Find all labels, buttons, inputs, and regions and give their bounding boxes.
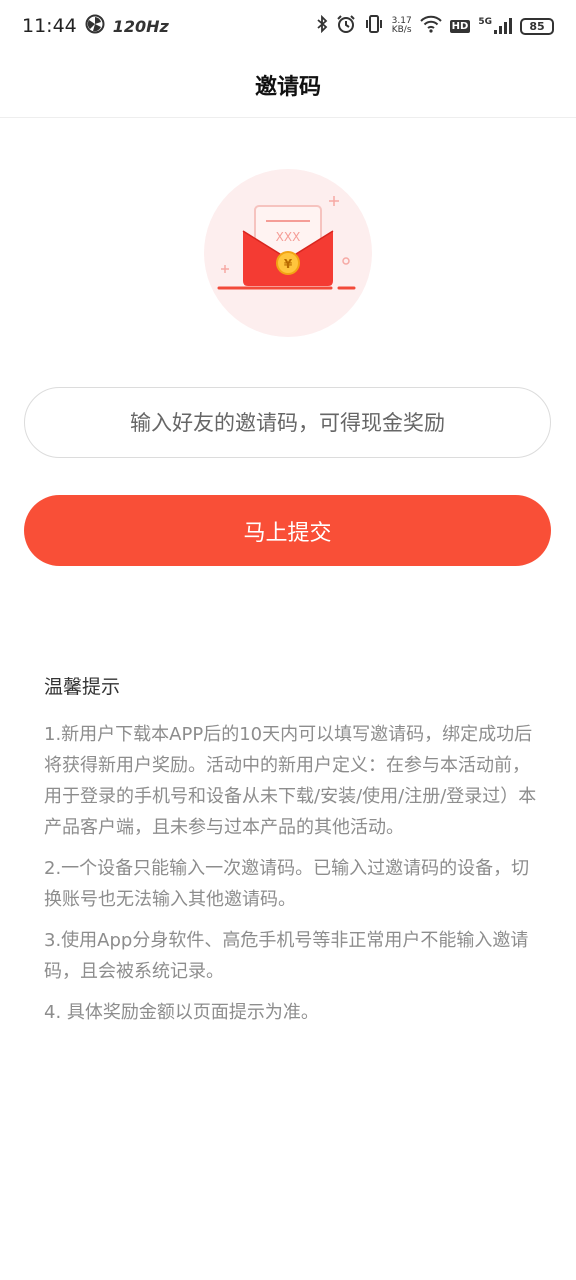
hd-badge: HD bbox=[449, 19, 471, 33]
bluetooth-icon bbox=[316, 14, 328, 37]
status-bar-right: 3.17 KB/s HD 5G 85 bbox=[316, 14, 554, 38]
status-bar-left: 11:44 120Hz bbox=[22, 14, 169, 38]
tip-item: 2.一个设备只能输入一次邀请码。已输入过邀请码的设备，切换账号也无法输入其他邀请… bbox=[44, 858, 530, 910]
network-type: 5G bbox=[478, 17, 492, 27]
cell-signal: 5G bbox=[478, 18, 512, 34]
tip-item: 1.新用户下载本APP后的10天内可以填写邀请码，绑定成功后将获得新用户奖励。活… bbox=[44, 724, 537, 838]
net-speed-unit: KB/s bbox=[391, 25, 412, 35]
letter-text: XXX bbox=[276, 230, 301, 244]
status-time: 11:44 bbox=[22, 15, 77, 37]
net-speed: 3.17 KB/s bbox=[392, 17, 412, 35]
wifi-icon bbox=[419, 15, 442, 37]
battery-level: 85 bbox=[529, 19, 545, 33]
red-envelope-icon: XXX ¥ bbox=[203, 168, 373, 338]
vibrate-icon bbox=[364, 14, 384, 38]
tips-section: 温馨提示 1.新用户下载本APP后的10天内可以填写邀请码，绑定成功后将获得新用… bbox=[44, 672, 539, 1038]
coin-symbol: ¥ bbox=[284, 257, 293, 271]
page-title: 邀请码 bbox=[254, 74, 321, 100]
fan-icon bbox=[85, 14, 105, 38]
status-bar: 11:44 120Hz 3.17 KB/s HD 5G 85 bbox=[0, 0, 576, 52]
battery-icon: 85 bbox=[520, 17, 554, 35]
header: 邀请码 bbox=[0, 52, 576, 118]
screen: 11:44 120Hz 3.17 KB/s HD 5G 85 邀请码 XXX ¥… bbox=[0, 0, 576, 1280]
refresh-rate: 120Hz bbox=[112, 16, 169, 36]
tip-item: 3.使用App分身软件、高危手机号等非正常用户不能输入邀请码，且会被系统记录。 bbox=[44, 930, 529, 982]
signal-icon bbox=[494, 18, 512, 34]
tip-item: 4. 具体奖励金额以页面提示为准。 bbox=[44, 1002, 319, 1023]
alarm-icon bbox=[336, 14, 356, 38]
invite-code-input[interactable] bbox=[24, 387, 551, 458]
submit-button[interactable]: 马上提交 bbox=[24, 495, 551, 566]
tips-title: 温馨提示 bbox=[44, 676, 121, 698]
